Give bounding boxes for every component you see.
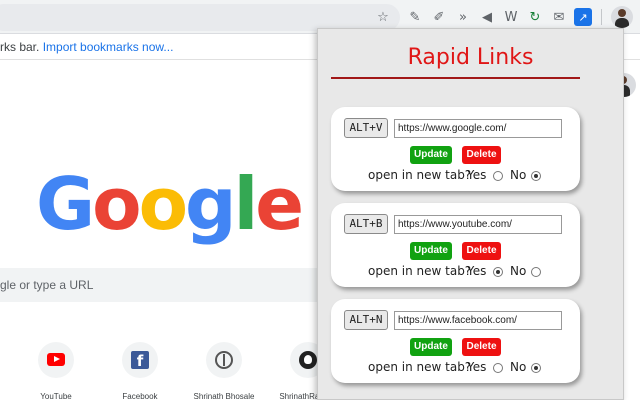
star-icon[interactable]: ☆ — [374, 8, 392, 26]
speaker-icon[interactable]: ◀ — [478, 8, 496, 26]
update-button[interactable]: Update — [410, 146, 452, 164]
rapid-links-icon[interactable]: ↗ — [574, 8, 592, 26]
import-bookmarks-link[interactable]: Import bookmarks now... — [43, 40, 174, 54]
refresh-icon[interactable]: ↻ — [526, 8, 544, 26]
new-tab-question: open in new tab? — [368, 360, 472, 374]
facebook-icon: f — [122, 342, 158, 378]
no-label: No — [510, 360, 527, 374]
logo-letter: o — [138, 162, 188, 246]
logo-letter: o — [92, 162, 141, 246]
yes-label: Yes — [467, 360, 487, 374]
arrows-icon[interactable]: » — [454, 8, 472, 26]
mail-icon[interactable]: ✉ — [550, 8, 568, 26]
search-placeholder: gle or type a URL — [0, 278, 94, 292]
search-input[interactable]: gle or type a URL — [0, 268, 370, 302]
google-logo: Google — [36, 168, 304, 240]
brain-icon — [206, 342, 242, 378]
link-card: ALT+V Update Delete open in new tab? Yes… — [331, 107, 580, 191]
logo-letter: e — [255, 162, 304, 246]
shortcut-key-badge: ALT+B — [344, 214, 388, 234]
shortcut-youtube[interactable]: YouTube — [20, 342, 92, 400]
new-tab-question: open in new tab? — [368, 264, 472, 278]
logo-letter: g — [185, 162, 237, 246]
eyedropper-icon[interactable]: ✎ — [406, 8, 424, 26]
shortcut-key-badge: ALT+V — [344, 118, 388, 138]
shortcut-label: YouTube — [40, 392, 72, 400]
youtube-icon — [38, 342, 74, 378]
url-input[interactable] — [394, 119, 562, 138]
url-input[interactable] — [394, 311, 562, 330]
no-label: No — [510, 168, 527, 182]
update-button[interactable]: Update — [410, 242, 452, 260]
radio-yes[interactable] — [493, 171, 503, 181]
rapid-links-popup: Rapid Links ALT+V Update Delete open in … — [317, 28, 624, 400]
radio-yes[interactable] — [493, 267, 503, 277]
bookmarks-hint: rks bar. Import bookmarks now... — [0, 34, 173, 60]
radio-no[interactable] — [531, 171, 541, 181]
address-bar[interactable] — [0, 4, 400, 31]
yes-label: Yes — [467, 168, 487, 182]
new-tab-question: open in new tab? — [368, 168, 472, 182]
delete-button[interactable]: Delete — [462, 242, 501, 260]
tool-icon[interactable]: W — [502, 8, 520, 26]
popup-title: Rapid Links — [407, 45, 534, 70]
pen-icon[interactable]: ✐ — [430, 8, 448, 26]
toolbar-separator — [601, 9, 602, 25]
delete-button[interactable]: Delete — [462, 146, 501, 164]
logo-letter: l — [233, 162, 259, 246]
shortcut-facebook[interactable]: f Facebook — [104, 342, 176, 400]
url-input[interactable] — [394, 215, 562, 234]
radio-no[interactable] — [531, 363, 541, 373]
title-divider — [331, 77, 580, 79]
profile-avatar[interactable] — [611, 6, 633, 28]
radio-yes[interactable] — [493, 363, 503, 373]
logo-letter: G — [36, 162, 95, 246]
shortcut-key-badge: ALT+N — [344, 310, 388, 330]
shortcut-label: Shrinath Bhosale — [193, 392, 255, 400]
bookmarks-hint-text: rks bar. — [0, 40, 43, 54]
radio-no[interactable] — [531, 267, 541, 277]
delete-button[interactable]: Delete — [462, 338, 501, 356]
shortcut-label: Facebook — [122, 392, 158, 400]
update-button[interactable]: Update — [410, 338, 452, 356]
no-label: No — [510, 264, 527, 278]
link-card: ALT+B Update Delete open in new tab? Yes… — [331, 203, 580, 287]
link-card: ALT+N Update Delete open in new tab? Yes… — [331, 299, 580, 383]
shortcut-shrinath-bhosale[interactable]: Shrinath Bhosale — [188, 342, 260, 400]
yes-label: Yes — [467, 264, 487, 278]
